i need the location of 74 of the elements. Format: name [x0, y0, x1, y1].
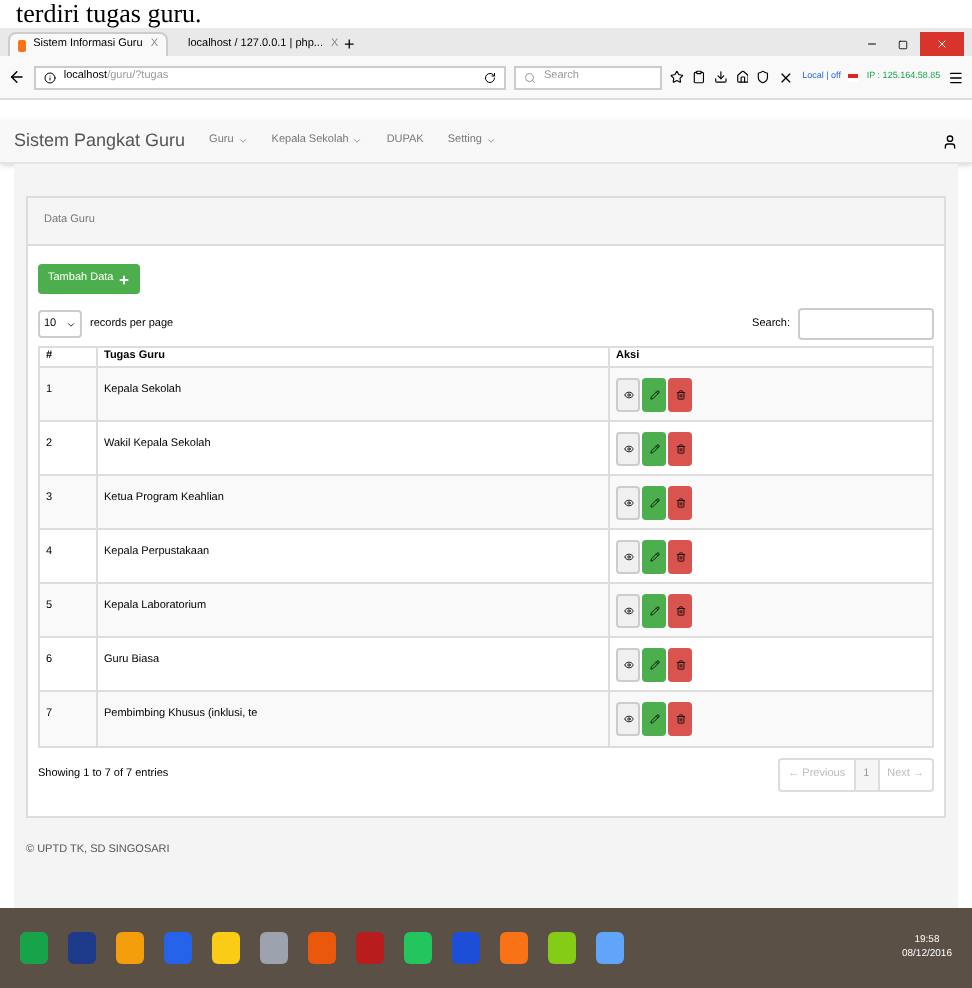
clipboard-icon[interactable]	[691, 70, 706, 84]
taskbar-app-icon[interactable]	[500, 932, 528, 964]
view-button[interactable]	[616, 539, 640, 573]
view-icon	[623, 659, 633, 669]
delete-icon	[675, 551, 685, 561]
view-icon	[623, 389, 633, 399]
menu-icon[interactable]	[948, 69, 964, 85]
edit-button[interactable]	[642, 702, 666, 736]
view-icon	[623, 714, 633, 724]
taskbar-app-icon[interactable]	[260, 932, 288, 964]
shield-icon[interactable]	[756, 70, 771, 84]
view-button[interactable]	[616, 377, 640, 411]
caret-icon	[352, 136, 363, 146]
caret-icon	[485, 136, 496, 146]
new-tab-button[interactable]: +	[336, 32, 363, 56]
taskbar-app-icon[interactable]	[404, 932, 432, 964]
delete-button[interactable]	[668, 431, 692, 465]
back-icon[interactable]	[8, 68, 26, 86]
flag-icon	[848, 73, 859, 81]
taskbar-app-icon[interactable]	[596, 932, 624, 964]
edit-button[interactable]	[642, 593, 666, 627]
view-button[interactable]	[616, 431, 640, 465]
star-icon[interactable]	[669, 70, 684, 84]
edit-icon	[649, 389, 659, 399]
plus-icon	[117, 273, 130, 285]
edit-button[interactable]	[642, 431, 666, 465]
document-text: terdiri tugas guru.	[14, 0, 204, 28]
taskbar-app-icon[interactable]	[116, 932, 144, 964]
view-button[interactable]	[616, 485, 640, 519]
delete-button[interactable]	[668, 485, 692, 519]
edit-button[interactable]	[642, 377, 666, 411]
delete-icon	[675, 497, 685, 507]
reload-icon[interactable]	[483, 71, 496, 83]
delete-icon	[675, 605, 685, 615]
delete-button[interactable]	[668, 539, 692, 573]
delete-button[interactable]	[668, 593, 692, 627]
edit-icon	[649, 443, 659, 453]
view-icon	[623, 497, 633, 507]
edit-icon	[649, 714, 659, 724]
edit-icon	[649, 605, 659, 615]
caret-icon	[237, 136, 248, 146]
view-icon	[623, 551, 633, 561]
delete-icon	[675, 714, 685, 724]
x-icon[interactable]	[778, 69, 795, 85]
delete-button[interactable]	[668, 377, 692, 411]
view-icon	[623, 605, 633, 615]
edit-icon	[649, 551, 659, 561]
view-button[interactable]	[616, 647, 640, 681]
edit-button[interactable]	[642, 539, 666, 573]
search-icon	[523, 71, 536, 83]
table-search-field[interactable]	[798, 308, 934, 340]
view-button[interactable]	[616, 593, 640, 627]
delete-icon	[675, 389, 685, 399]
restore-icon[interactable]	[898, 39, 908, 49]
caret-icon	[66, 319, 76, 329]
view-button[interactable]	[616, 702, 640, 736]
home-icon[interactable]	[735, 70, 749, 84]
taskbar-app-icon[interactable]	[548, 932, 576, 964]
delete-button[interactable]	[668, 647, 692, 681]
edit-icon	[649, 497, 659, 507]
navbar-brand[interactable]: Sistem Pangkat Guru	[14, 127, 186, 155]
download-icon[interactable]	[713, 70, 727, 84]
edit-button[interactable]	[642, 485, 666, 519]
delete-icon	[675, 659, 685, 669]
edit-button[interactable]	[642, 647, 666, 681]
info-icon	[43, 71, 56, 83]
minimize-icon[interactable]	[866, 38, 878, 50]
delete-icon	[675, 443, 685, 453]
user-icon[interactable]	[942, 133, 958, 149]
favicon-icon	[18, 39, 26, 51]
close-icon	[936, 38, 948, 50]
view-icon	[623, 443, 633, 453]
taskbar-app-icon[interactable]	[212, 932, 240, 964]
edit-icon	[649, 659, 659, 669]
